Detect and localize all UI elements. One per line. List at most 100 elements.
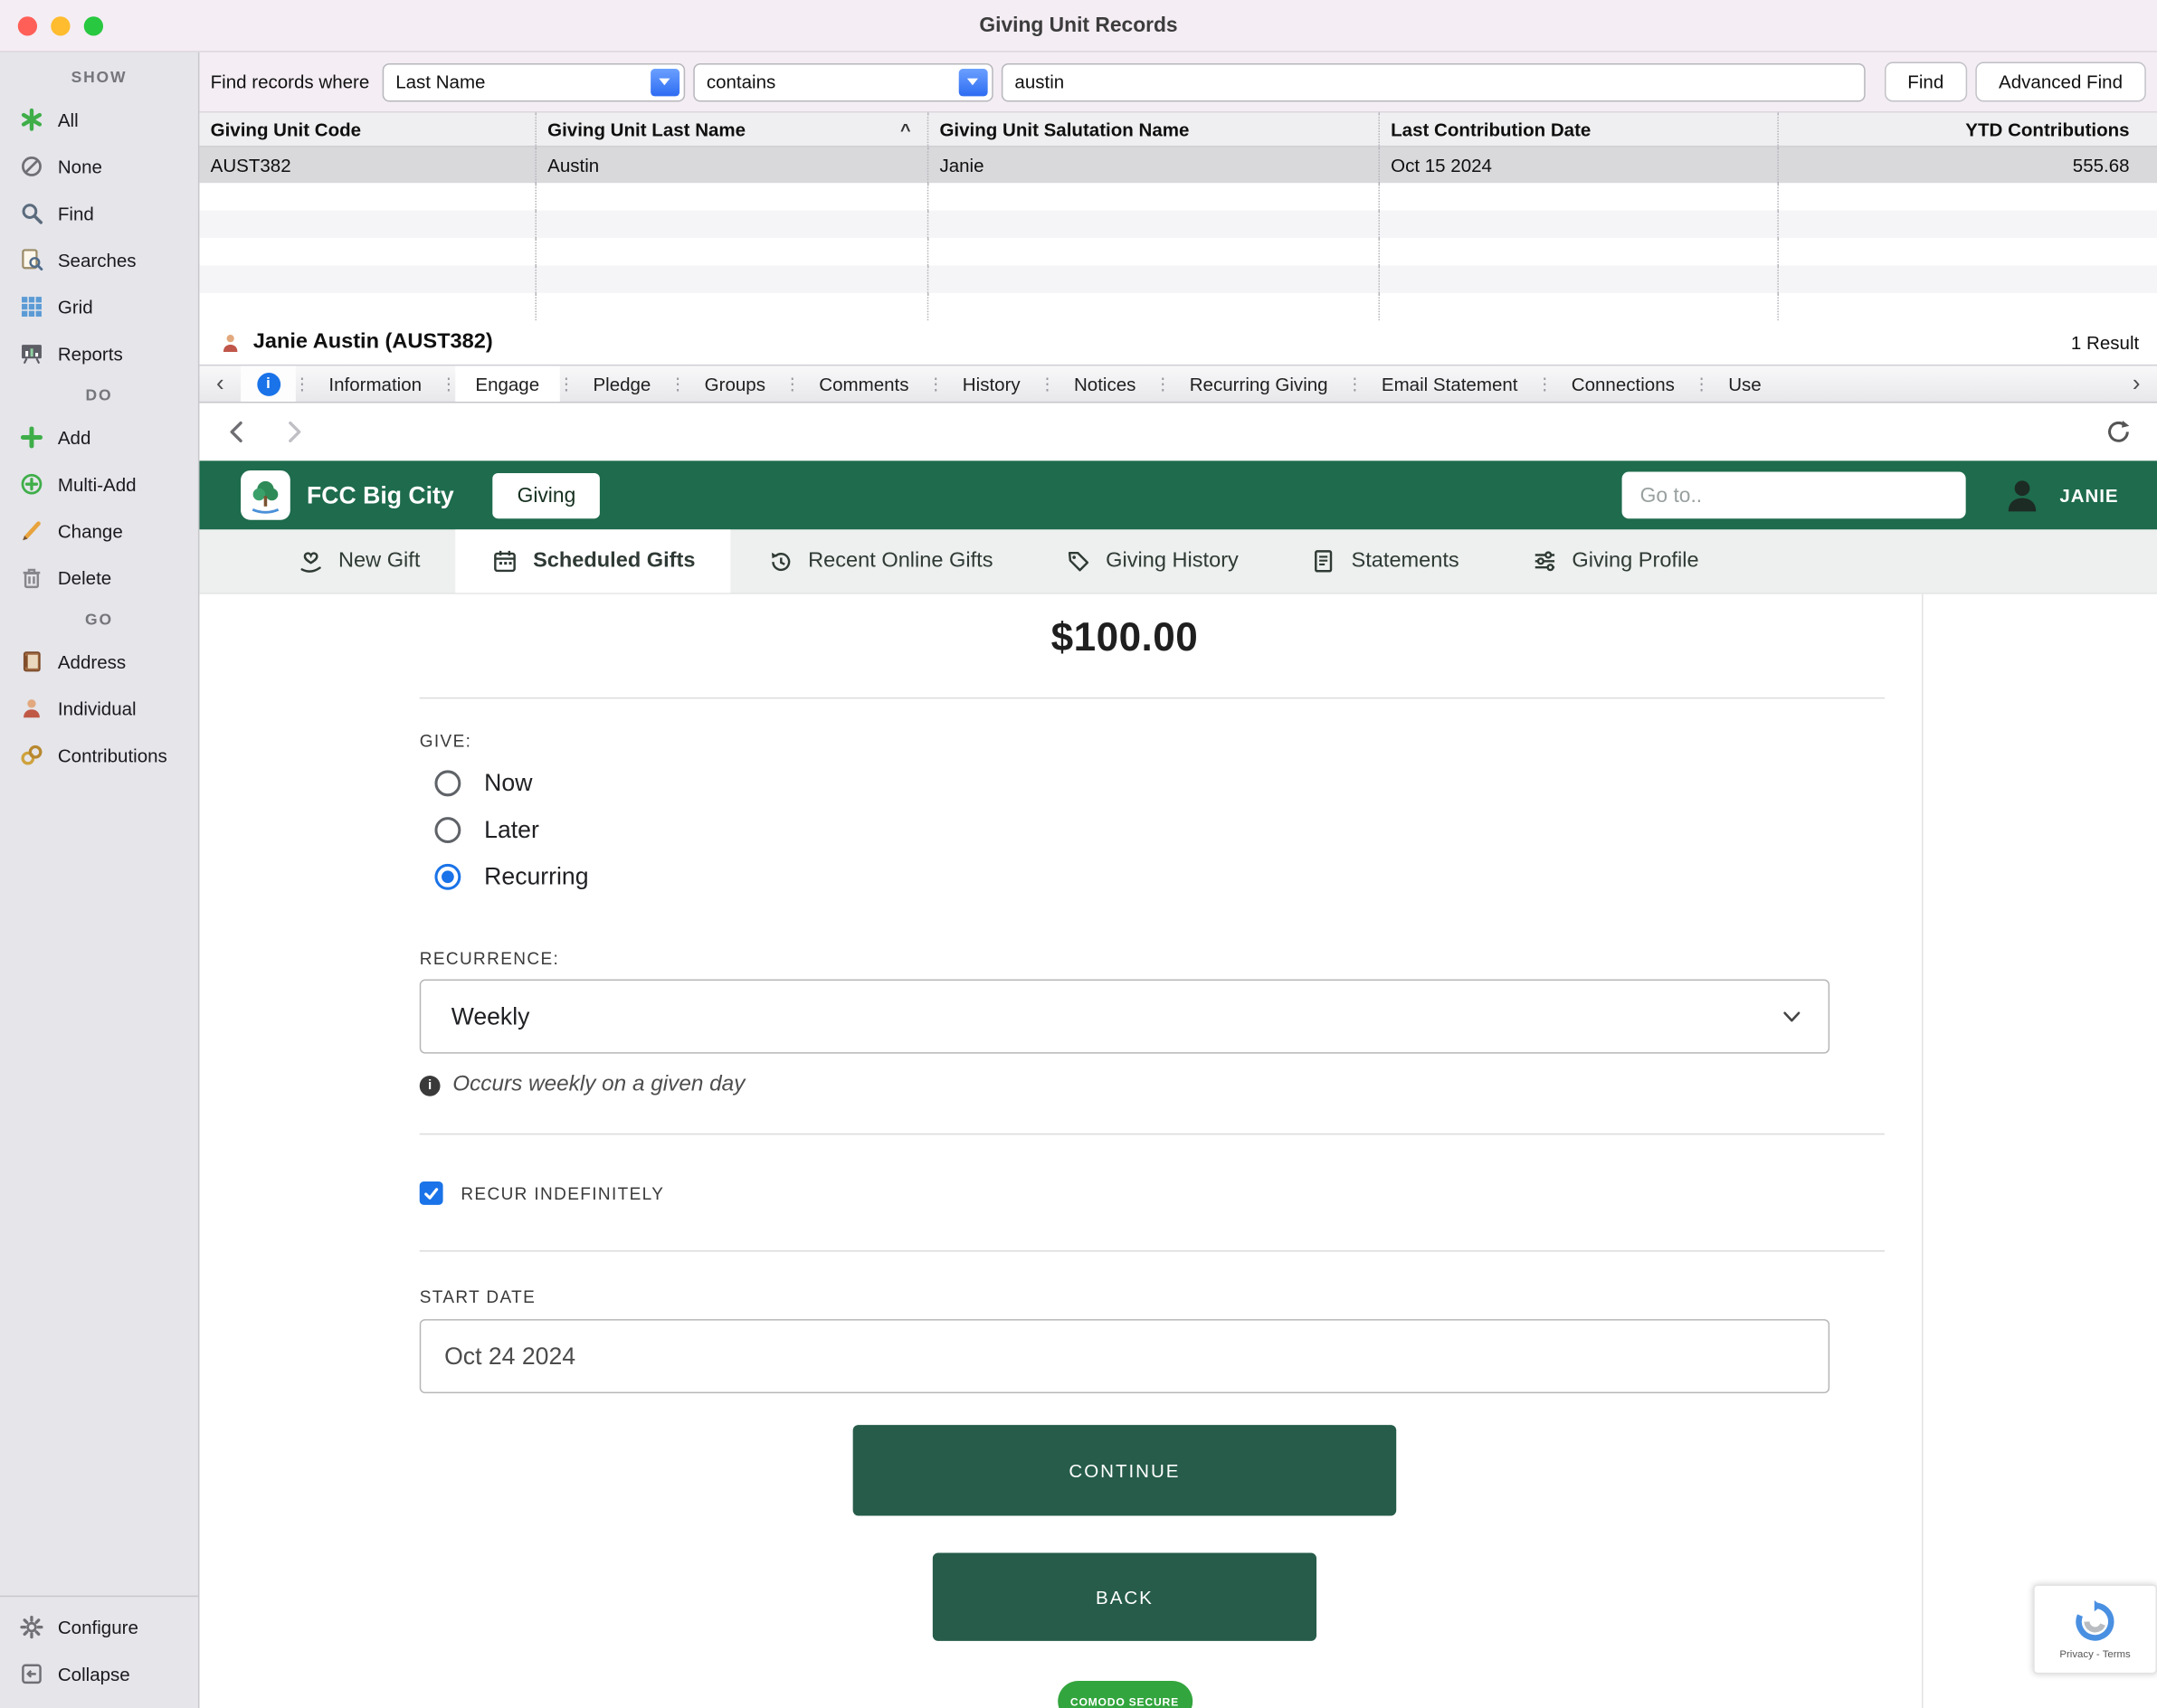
nav-scheduled-gifts[interactable]: Scheduled Gifts [456,529,731,593]
tabs-scroll-right-icon[interactable] [2115,365,2157,402]
forward-icon[interactable] [280,418,307,445]
radio-label: Now [484,768,532,797]
tabs-scroll-left-icon[interactable] [199,365,241,402]
tab-info-icon[interactable] [241,365,296,402]
continue-button[interactable]: CONTINUE [853,1425,1397,1515]
search-input[interactable] [1001,62,1865,101]
goto-search-input[interactable] [1622,472,1966,519]
sidebar-item-configure[interactable]: Configure [0,1604,198,1651]
radio-option-now[interactable]: Now [434,759,1829,806]
person-icon [19,696,43,720]
address-book-icon [19,650,43,674]
tag-icon [1065,547,1092,574]
recaptcha-badge[interactable]: Privacy - Terms [2033,1585,2157,1675]
nav-label: Statements [1352,549,1459,574]
radio-option-later[interactable]: Later [434,806,1829,853]
document-icon [1310,547,1337,574]
sidebar-item-label: Individual [58,698,137,719]
sidebar-item-change[interactable]: Change [0,508,198,555]
recur-indefinitely-checkbox-row[interactable]: RECUR INDEFINITELY [420,1181,1829,1205]
results-table: Giving Unit Code Giving Unit Last Name ^… [199,113,2157,321]
sidebar-item-contributions[interactable]: Contributions [0,732,198,779]
circle-plus-icon [19,472,43,497]
tab-notices[interactable]: Notices [1053,365,1156,402]
chain-links-icon [19,743,43,767]
result-count: 1 Result [2071,332,2139,353]
tab-groups[interactable]: Groups [684,365,786,402]
sort-ascending-icon: ^ [900,119,917,140]
sidebar-item-all[interactable]: All [0,96,198,143]
back-icon[interactable] [224,418,252,445]
table-row-empty [199,183,2157,210]
sidebar-item-address[interactable]: Address [0,638,198,685]
column-header-last-contribution-date[interactable]: Last Contribution Date [1380,113,1779,146]
zoom-window-button[interactable] [84,15,103,34]
tab-history[interactable]: History [942,365,1040,402]
sidebar-item-grid[interactable]: Grid [0,283,198,330]
sidebar-item-reports[interactable]: Reports [0,330,198,377]
nav-new-gift[interactable]: New Gift [261,529,456,593]
tab-email-statement[interactable]: Email Statement [1361,365,1538,402]
sidebar-item-individual[interactable]: Individual [0,685,198,732]
nav-statements[interactable]: Statements [1274,529,1495,593]
sidebar-item-searches[interactable]: Searches [0,237,198,284]
org-name: FCC Big City [307,480,454,509]
nav-giving-history[interactable]: Giving History [1029,529,1274,593]
window-titlebar: Giving Unit Records [0,0,2157,52]
radio-option-recurring[interactable]: Recurring [434,853,1829,900]
find-bar: Find records where Last Name contains Fi… [199,52,2157,113]
giving-app-button[interactable]: Giving [492,472,600,517]
sidebar-item-label: Grid [58,297,93,318]
tab-separator-icon [1696,365,1708,402]
table-row-empty [199,211,2157,238]
find-button[interactable]: Find [1884,62,1967,101]
start-date-value: Oct 24 2024 [444,1342,575,1371]
nav-giving-profile[interactable]: Giving Profile [1495,529,1734,593]
operator-select-value: contains [707,71,775,92]
tab-recurring-giving[interactable]: Recurring Giving [1169,365,1348,402]
table-row-selected[interactable]: AUST382 Austin Janie Oct 15 2024 555.68 [199,147,2157,184]
collapse-icon [19,1662,43,1686]
tab-pledge[interactable]: Pledge [573,365,672,402]
close-window-button[interactable] [18,15,37,34]
sidebar-item-find[interactable]: Find [0,190,198,237]
tab-separator-icon [1538,365,1551,402]
user-avatar-icon[interactable] [2002,475,2044,517]
tab-separator-icon [786,365,799,402]
nav-recent-online-gifts[interactable]: Recent Online Gifts [731,529,1029,593]
tab-information[interactable]: Information [309,365,442,402]
sidebar-item-multi-add[interactable]: Multi-Add [0,460,198,508]
sidebar-item-add[interactable]: Add [0,414,198,461]
minimize-window-button[interactable] [51,15,70,34]
sidebar-item-delete[interactable]: Delete [0,555,198,602]
advanced-find-button[interactable]: Advanced Find [1975,62,2146,101]
nav-label: Scheduled Gifts [533,549,695,574]
portal-body: $100.00 GIVE: Now Later Recurring RECURR… [199,594,2157,1708]
recurrence-select[interactable]: Weekly [420,980,1829,1054]
cell-giving-unit-last-name: Austin [537,147,928,184]
sidebar-item-collapse[interactable]: Collapse [0,1650,198,1697]
column-header-giving-unit-salutation-name[interactable]: Giving Unit Salutation Name [928,113,1380,146]
table-row-empty [199,238,2157,265]
sliders-icon [1531,547,1558,574]
tab-comments[interactable]: Comments [798,365,929,402]
tab-engage[interactable]: Engage [455,365,560,402]
give-options: Now Later Recurring [420,759,1829,899]
refresh-icon[interactable] [2105,418,2132,445]
field-select[interactable]: Last Name [382,62,684,101]
slashed-circle-icon [19,154,43,178]
back-button[interactable]: BACK [933,1553,1316,1641]
tab-connections[interactable]: Connections [1551,365,1696,402]
column-header-ytd-contributions[interactable]: YTD Contributions [1779,113,2157,146]
tab-separator-icon [560,365,573,402]
column-header-giving-unit-code[interactable]: Giving Unit Code [199,113,537,146]
cell-ytd-contributions: 555.68 [1779,147,2157,184]
pencil-icon [19,518,43,543]
give-label: GIVE: [420,732,1829,751]
operator-select[interactable]: contains [693,62,993,101]
portal-nav: New Gift Scheduled Gifts Recent Online G… [199,529,2157,593]
sidebar-item-none[interactable]: None [0,143,198,190]
column-header-giving-unit-last-name[interactable]: Giving Unit Last Name ^ [537,113,928,146]
tab-use[interactable]: Use [1707,365,1782,402]
start-date-input[interactable]: Oct 24 2024 [420,1319,1829,1393]
